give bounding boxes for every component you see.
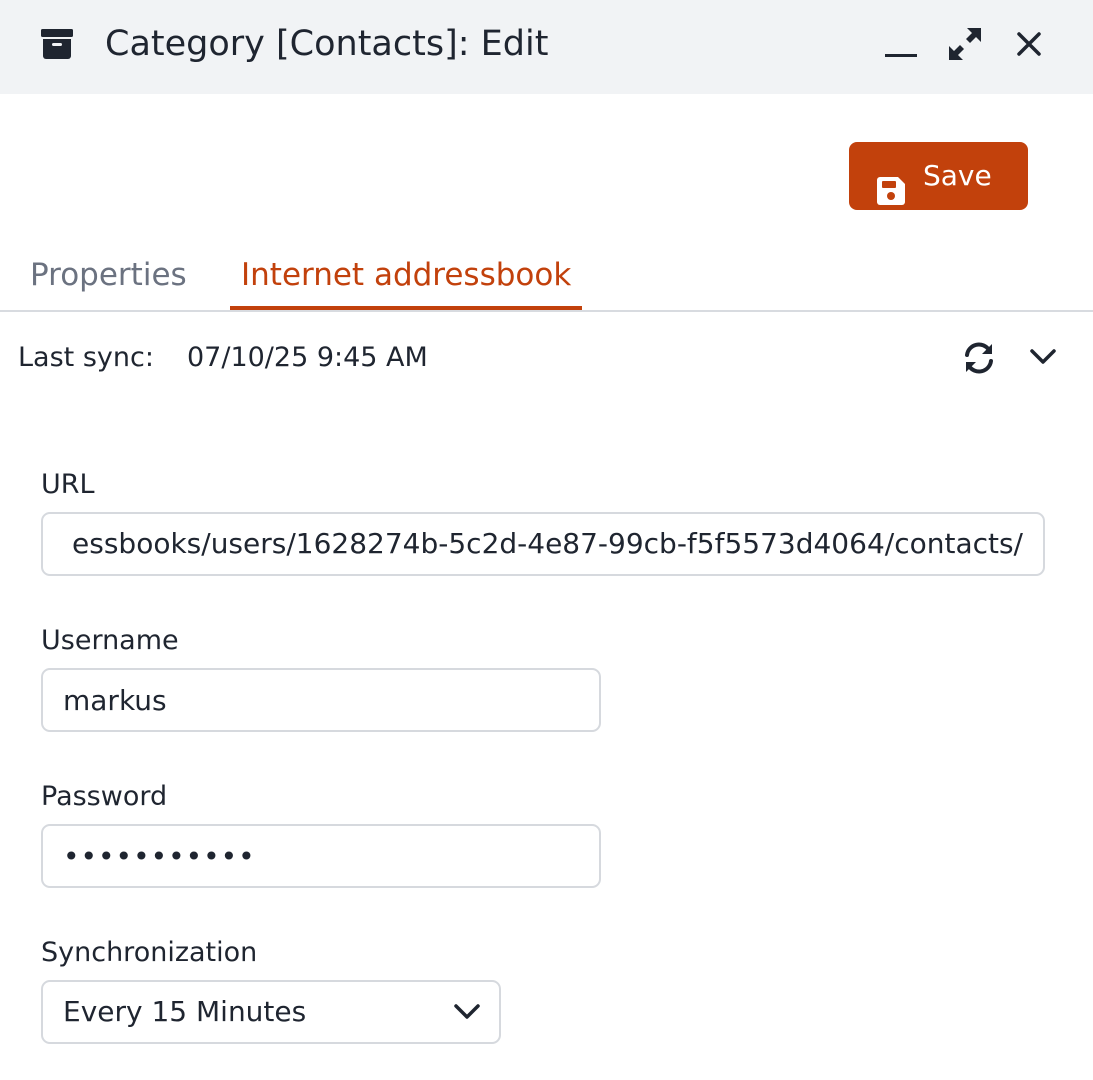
synchronization-label: Synchronization — [41, 937, 258, 968]
chevron-down-icon — [453, 998, 481, 1026]
maximize-icon — [949, 28, 981, 60]
floppy-disk-icon — [877, 162, 905, 205]
save-button[interactable]: Save — [849, 142, 1028, 210]
url-input[interactable]: essbooks/users/1628274b-5c2d-4e87-99cb-f… — [41, 512, 1045, 576]
refresh-icon[interactable] — [962, 340, 996, 376]
username-input[interactable] — [41, 668, 601, 732]
close-button[interactable] — [1009, 24, 1049, 64]
close-icon — [1017, 32, 1041, 56]
last-sync-label: Last sync: — [18, 342, 154, 373]
tab-properties[interactable]: Properties — [30, 248, 187, 310]
url-value: essbooks/users/1628274b-5c2d-4e87-99cb-f… — [72, 527, 1023, 560]
expand-sync-button[interactable] — [1028, 342, 1058, 372]
window-titlebar: Category [Contacts]: Edit — [0, 0, 1093, 94]
last-sync-value: 07/10/25 9:45 AM — [187, 342, 428, 373]
password-input[interactable] — [41, 824, 601, 888]
maximize-button[interactable] — [945, 24, 985, 64]
minimize-icon — [885, 54, 917, 57]
username-label: Username — [41, 625, 179, 656]
archive-icon — [41, 29, 73, 59]
synchronization-selected-value: Every 15 Minutes — [63, 995, 307, 1028]
save-button-label: Save — [923, 159, 992, 192]
tab-bar: Properties Internet addressbook — [0, 248, 1093, 312]
url-label: URL — [41, 469, 95, 500]
password-label: Password — [41, 781, 168, 812]
window-title: Category [Contacts]: Edit — [105, 24, 549, 64]
synchronization-select[interactable]: Every 15 Minutes — [41, 980, 501, 1044]
tab-internet-addressbook[interactable]: Internet addressbook — [230, 248, 583, 310]
minimize-button[interactable] — [881, 26, 921, 66]
chevron-down-icon — [1030, 349, 1056, 364]
